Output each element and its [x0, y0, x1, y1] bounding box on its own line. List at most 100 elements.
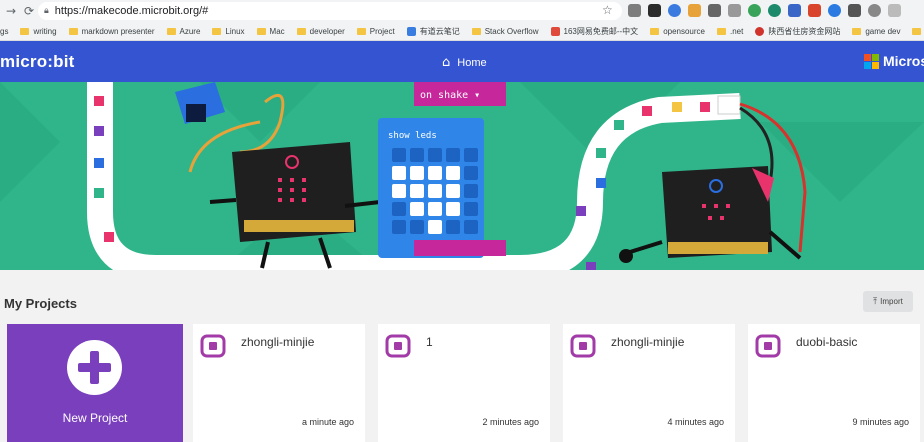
bookmark-label: Azure	[179, 26, 201, 36]
import-label: Import	[880, 297, 903, 306]
project-name: 1	[426, 335, 433, 349]
bookmark-item[interactable]: Azure	[166, 26, 201, 36]
hero-illustration: on shake ▾ show leds	[0, 82, 924, 270]
extension-icon[interactable]	[748, 4, 761, 17]
block-leds-text: show leds	[388, 131, 437, 141]
microsoft-logo[interactable]: Micros	[864, 53, 924, 69]
project-time: 4 minutes ago	[667, 417, 724, 427]
hero-banner: on shake ▾ show leds	[0, 82, 924, 270]
site-icon	[755, 26, 765, 36]
bookmark-item[interactable]: 163网易免费邮--中文	[550, 26, 639, 37]
reload-icon[interactable]: ⟳	[20, 2, 38, 20]
microsoft-grid-icon	[864, 53, 879, 69]
bookmark-label: 163网易免费邮--中文	[563, 26, 639, 36]
block-event-text: on shake ▾	[420, 90, 480, 101]
extension-icon[interactable]	[808, 4, 821, 17]
site-icon	[406, 26, 416, 36]
bookmark-label: game dev	[865, 26, 901, 36]
extension-icon[interactable]	[728, 4, 741, 17]
bookmark-label: opensource	[663, 26, 705, 36]
microbit-project-icon	[385, 334, 411, 358]
bookmark-item[interactable]: Mac	[256, 26, 285, 36]
address-bar[interactable]: 🔒︎ https://makecode.microbit.org/#	[38, 2, 622, 20]
plus-icon	[67, 340, 122, 395]
folder-icon	[68, 27, 78, 35]
extension-icon[interactable]	[848, 4, 861, 17]
folder-icon	[852, 27, 862, 35]
folder-icon	[296, 27, 306, 35]
microbit-logo[interactable]: micro:bit	[0, 52, 75, 72]
project-time: a minute ago	[301, 417, 354, 427]
extensions-bar	[628, 4, 901, 17]
menu-icon[interactable]	[888, 4, 901, 17]
url-text: https://makecode.microbit.org/#	[54, 5, 209, 17]
project-card[interactable]: zhongli-minjie 4 minutes ago	[563, 324, 735, 442]
upload-icon: ⤒	[873, 296, 878, 307]
bookmark-label: 有道云笔记	[419, 26, 460, 36]
home-icon: ⌂	[442, 55, 451, 70]
project-card[interactable]: 1 2 minutes ago	[378, 324, 550, 442]
star-icon[interactable]: ☆	[602, 3, 613, 17]
bookmark-item[interactable]: developer	[296, 26, 345, 36]
bookmark-item[interactable]: opensource	[650, 27, 705, 36]
extension-icon[interactable]	[648, 4, 661, 17]
project-card[interactable]: duobi-basic 9 minutes ago	[748, 324, 920, 442]
site-icon	[550, 26, 560, 36]
microsoft-label: Micros	[883, 53, 924, 69]
bookmark-label: writing	[33, 26, 57, 36]
extension-icon[interactable]	[668, 4, 681, 17]
bookmark-item[interactable]: 有道云笔记	[406, 26, 460, 37]
home-label: Home	[457, 56, 487, 69]
bookmark-label: Stack Overflow	[484, 26, 539, 36]
project-card[interactable]: zhongli-minjie a minute ago	[193, 324, 365, 442]
microbit-project-icon	[755, 334, 781, 358]
extension-icon[interactable]	[708, 4, 721, 17]
home-button[interactable]: ⌂ Home	[442, 55, 487, 70]
bookmark-label: Mac	[269, 26, 285, 36]
project-name: zhongli-minjie	[611, 335, 685, 349]
new-project-card[interactable]: New Project	[7, 324, 183, 442]
bookmark-label: Project	[369, 26, 395, 36]
microbit-project-icon	[200, 334, 226, 358]
bookmark-label: markdown presenter	[81, 26, 155, 36]
bookmarks-bar: gs writing markdown presenter Azure Linu…	[0, 22, 924, 41]
bookmark-label: .net	[730, 26, 744, 36]
bookmark-item[interactable]: markdown presenter	[68, 26, 155, 36]
bookmark-item[interactable]: Project	[356, 26, 395, 36]
bookmark-item[interactable]: game dev	[852, 27, 900, 36]
folder-icon	[717, 27, 726, 35]
folder-icon	[212, 27, 222, 35]
bookmark-item[interactable]: Stack Overflow	[471, 26, 539, 36]
bookmark-item[interactable]: 陕西省住房资金网站	[755, 26, 840, 37]
bookmark-label: Linux	[225, 26, 245, 36]
extension-icon[interactable]	[768, 4, 781, 17]
microbit-project-icon	[570, 334, 596, 358]
bookmark-label: developer	[309, 26, 345, 36]
extension-icon[interactable]	[828, 4, 841, 17]
extension-icon[interactable]	[628, 4, 641, 17]
project-name: zhongli-minjie	[241, 335, 315, 349]
bookmark-item[interactable]: .net	[717, 27, 743, 36]
folder-icon	[256, 27, 266, 35]
browser-toolbar: → ⟳ 🔒︎ https://makecode.microbit.org/# ☆	[0, 0, 924, 22]
bookmark-item[interactable]: writing	[20, 26, 57, 36]
import-button[interactable]: ⤒ Import	[863, 291, 913, 312]
extension-icon[interactable]	[688, 4, 701, 17]
projects-section: My Projects ⤒ Import New Project zhongli…	[0, 270, 924, 442]
bookmark-item[interactable]: Linux	[212, 26, 245, 36]
new-project-label: New Project	[62, 411, 128, 425]
bookmark-label: 陕西省住房资金网站	[768, 26, 841, 36]
bookmark-item[interactable]: gs	[0, 27, 8, 36]
extension-icon[interactable]	[868, 4, 881, 17]
project-time: 2 minutes ago	[482, 417, 539, 427]
extension-icon[interactable]	[788, 4, 801, 17]
forward-icon[interactable]: →	[2, 2, 20, 20]
lock-icon: 🔒︎	[44, 6, 49, 16]
folder-icon	[650, 27, 660, 35]
folder-icon	[20, 27, 30, 35]
folder-icon	[356, 27, 366, 35]
bookmark-item[interactable]: tw	[912, 27, 924, 36]
bookmark-label: gs	[0, 26, 9, 36]
folder-icon	[912, 27, 922, 35]
folder-icon	[471, 27, 481, 35]
